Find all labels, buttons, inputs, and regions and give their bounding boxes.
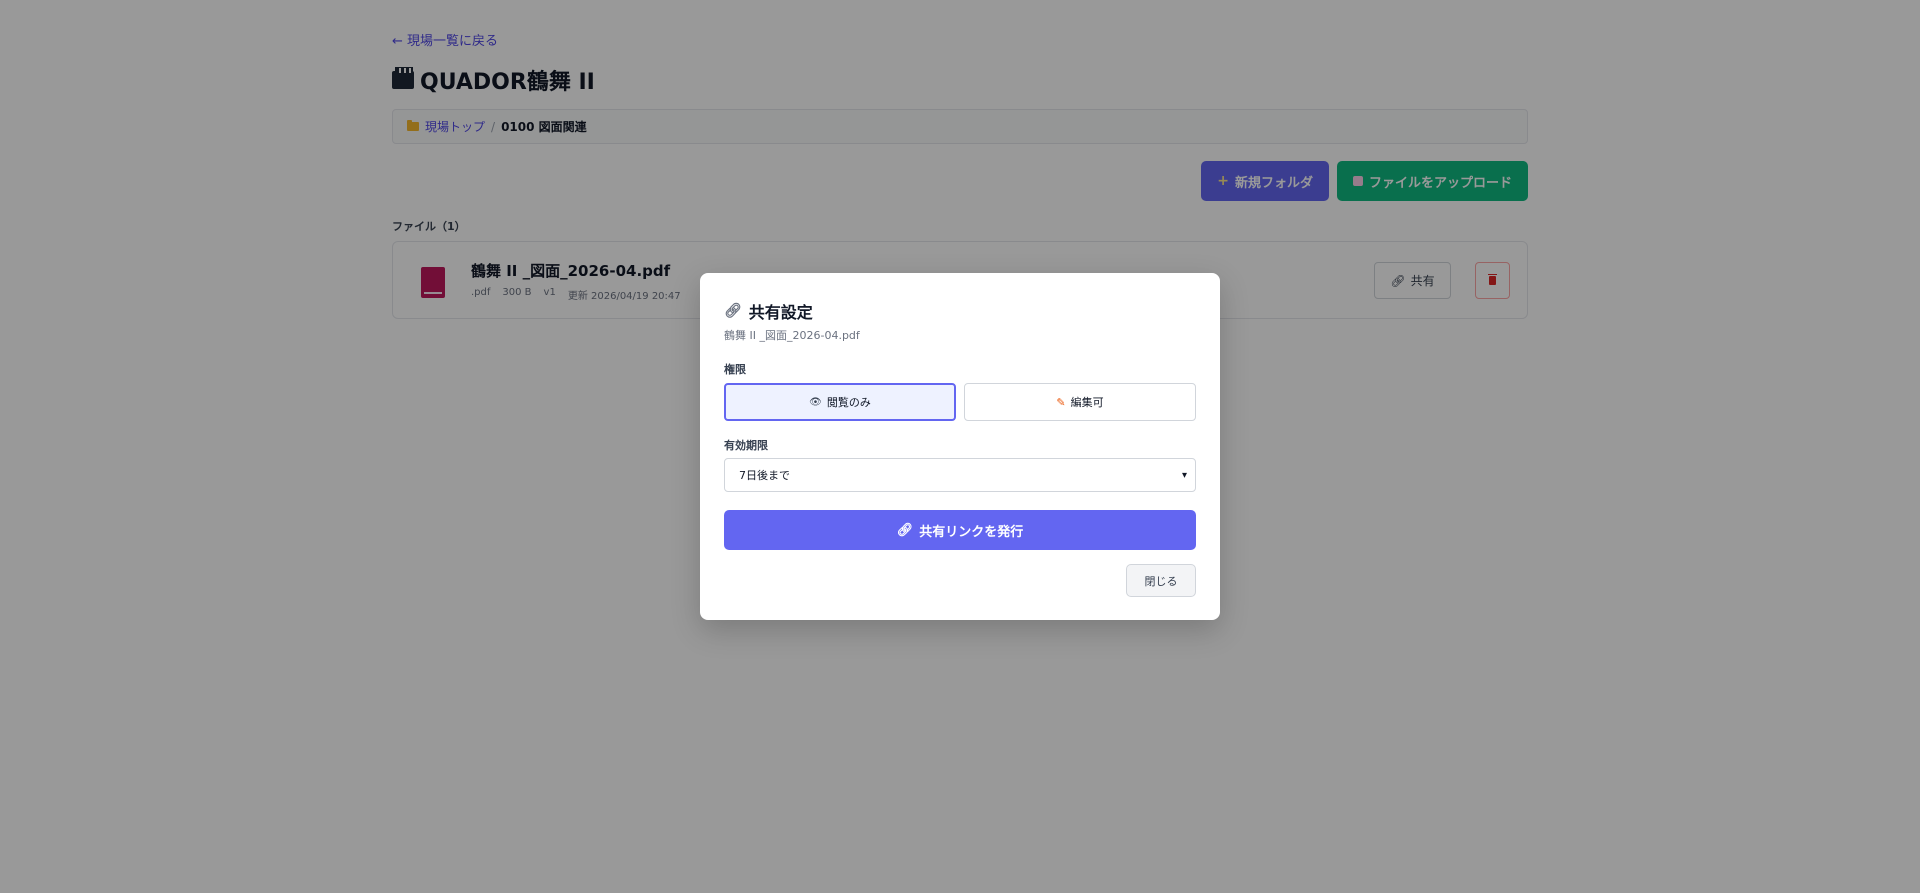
permission-editable-label: 編集可 [1070,396,1104,409]
share-settings-dialog: 🔗︎ 共有設定 鶴舞 II _図面_2026-04.pdf 権限 👁︎ 閲覧のみ… [700,273,1220,620]
dialog-file-name: 鶴舞 II _図面_2026-04.pdf [724,329,860,342]
expiry-label: 有効期限 [724,439,768,452]
permission-view-only-label: 閲覧のみ [826,396,871,409]
link-icon: 🔗︎ [724,303,742,319]
issue-share-link-button[interactable]: 🔗︎ 共有リンクを発行 [724,510,1196,550]
pencil-icon: ✎ [1056,395,1066,409]
eye-icon: 👁︎ [809,396,822,408]
dialog-title-text: 共有設定 [748,303,813,322]
permission-editable-button[interactable]: ✎ 編集可 [964,383,1196,421]
chevron-down-icon: ▾ [1181,469,1187,481]
close-button[interactable]: 閉じる [1126,564,1196,597]
expiry-select[interactable]: 7日後まで ▾ [724,458,1196,492]
permission-label: 権限 [724,363,746,376]
issue-share-link-label: 共有リンクを発行 [919,524,1024,540]
permission-view-only-button[interactable]: 👁︎ 閲覧のみ [724,383,956,421]
expiry-value: 7日後まで [739,469,790,482]
link-icon: 🔗︎ [896,522,914,538]
dialog-title: 🔗︎ 共有設定 [724,299,813,323]
